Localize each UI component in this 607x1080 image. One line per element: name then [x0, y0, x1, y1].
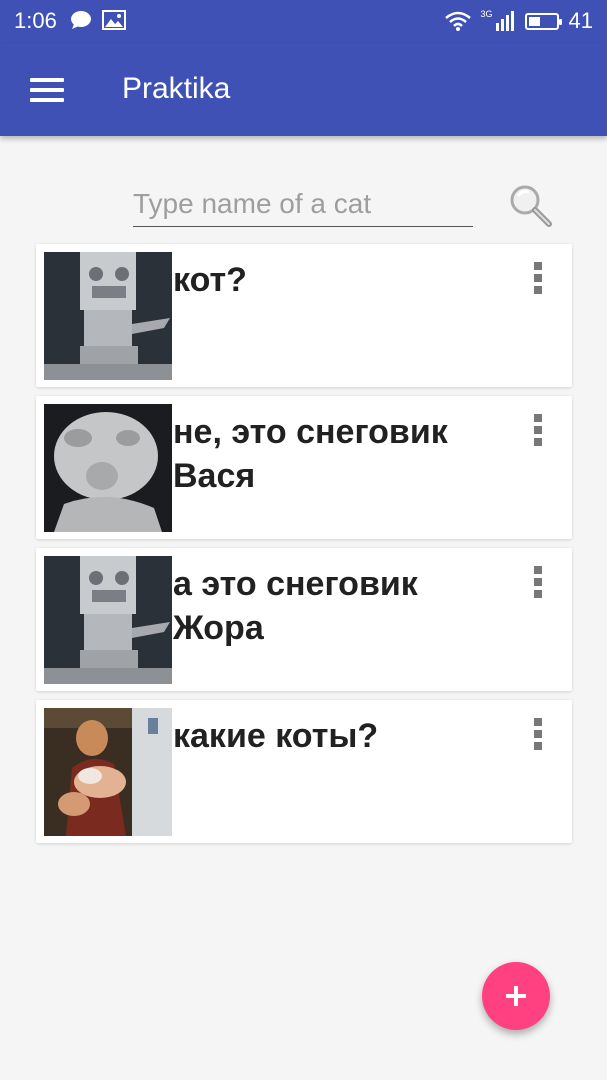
list-item[interactable]: а это снеговик Жора — [36, 548, 572, 691]
list-item[interactable]: какие коты? — [36, 700, 572, 843]
app-title: Praktika — [122, 72, 231, 105]
cat-photo — [44, 556, 172, 684]
list-item[interactable]: кот? — [36, 244, 572, 387]
search-input[interactable] — [133, 182, 473, 227]
network-type: 3G — [480, 9, 493, 19]
more-options-icon[interactable] — [528, 718, 548, 756]
card-text: не, это снеговик Вася — [173, 413, 448, 495]
cat-photo — [44, 252, 172, 380]
wifi-icon — [444, 11, 471, 31]
cat-photo — [44, 708, 172, 836]
image-icon — [102, 10, 126, 30]
card-text: кот? — [173, 261, 247, 299]
search-button[interactable] — [505, 180, 555, 230]
app-bar: Praktika — [0, 44, 607, 136]
battery-percent: 41 — [568, 8, 593, 33]
card-text: а это снеговик Жора — [173, 565, 418, 647]
more-options-icon[interactable] — [528, 414, 548, 452]
more-options-icon[interactable] — [528, 566, 548, 604]
add-button[interactable] — [482, 962, 550, 1030]
battery-icon — [524, 12, 562, 30]
list-item[interactable]: не, это снеговик Вася — [36, 396, 572, 539]
signal-icon — [495, 11, 514, 31]
status-bar: 1:06 3G 41 — [0, 0, 607, 44]
status-time: 1:06 — [14, 8, 57, 33]
hamburger-icon[interactable] — [30, 78, 64, 102]
cat-photo — [44, 404, 172, 532]
more-options-icon[interactable] — [528, 262, 548, 300]
card-text: какие коты? — [173, 717, 379, 755]
search-icon — [510, 185, 552, 227]
message-icon — [71, 11, 91, 29]
